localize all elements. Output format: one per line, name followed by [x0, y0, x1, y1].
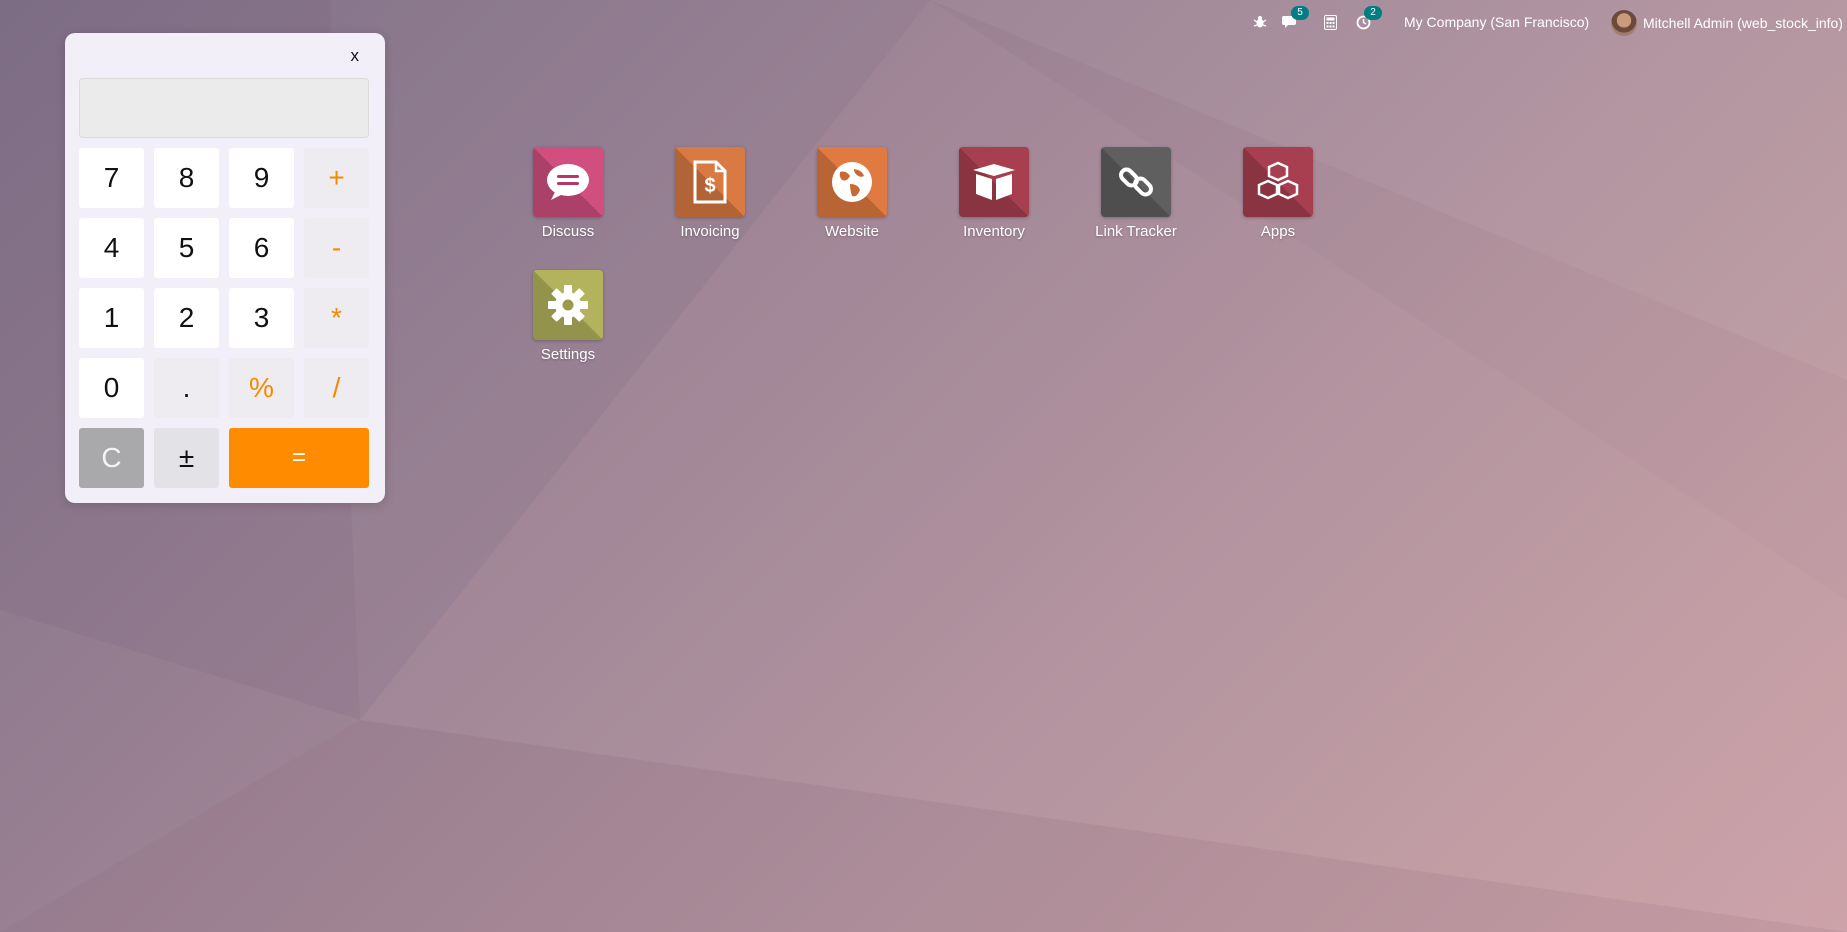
user-menu[interactable]: Mitchell Admin (web_stock_info): [1611, 10, 1843, 36]
clock-icon: 2: [1353, 6, 1382, 32]
key-5[interactable]: 5: [154, 218, 219, 278]
chat-bubble-icon: [547, 164, 589, 200]
gear-icon: [548, 285, 588, 325]
key-plus-minus[interactable]: ±: [154, 428, 219, 488]
key-3[interactable]: 3: [229, 288, 294, 348]
company-switcher[interactable]: My Company (San Francisco): [1404, 14, 1589, 30]
key-multiply[interactable]: *: [304, 288, 369, 348]
box-icon: [973, 164, 1015, 200]
app-label: Link Tracker: [1095, 223, 1177, 240]
user-name: Mitchell Admin (web_stock_info): [1643, 15, 1843, 31]
close-button[interactable]: x: [345, 45, 366, 67]
app-label: Website: [825, 223, 879, 240]
app-tile: [1243, 147, 1313, 217]
app-link-tracker[interactable]: Link Tracker: [1076, 147, 1196, 240]
app-label: Invoicing: [680, 223, 740, 240]
calculator-icon: [1320, 12, 1340, 32]
avatar: [1611, 10, 1637, 36]
app-tile: [959, 147, 1029, 217]
globe-icon: [832, 162, 872, 202]
key-equals[interactable]: =: [229, 428, 369, 488]
app-tile: [533, 270, 603, 340]
key-clear[interactable]: C: [79, 428, 144, 488]
cubes-icon: [1257, 161, 1299, 200]
app-label: Apps: [1260, 223, 1296, 240]
app-tile: [1101, 147, 1171, 217]
key-0[interactable]: 0: [79, 358, 144, 418]
app-label: Settings: [540, 346, 596, 363]
messages-menu[interactable]: 5: [1280, 6, 1309, 32]
activities-menu[interactable]: 2: [1353, 6, 1382, 32]
messages-badge: 5: [1291, 6, 1309, 20]
link-icon: [1119, 167, 1153, 197]
key-1[interactable]: 1: [79, 288, 144, 348]
key-6[interactable]: 6: [229, 218, 294, 278]
app-invoicing[interactable]: $ Invoicing: [650, 147, 770, 240]
app-discuss[interactable]: Discuss: [508, 147, 628, 240]
calculator-widget: x 7 8 9 + 4 5 6 - 1 2 3 * 0 . % / C ± =: [65, 33, 385, 503]
key-9[interactable]: 9: [229, 148, 294, 208]
key-minus[interactable]: -: [304, 218, 369, 278]
bug-icon: [1250, 12, 1270, 32]
app-tile: $: [675, 147, 745, 217]
svg-text:$: $: [704, 175, 715, 197]
app-inventory[interactable]: Inventory: [934, 147, 1054, 240]
invoice-icon: $: [693, 160, 727, 204]
chat-icon: 5: [1280, 6, 1309, 32]
key-divide[interactable]: /: [304, 358, 369, 418]
key-dot[interactable]: .: [154, 358, 219, 418]
key-7[interactable]: 7: [79, 148, 144, 208]
app-website[interactable]: Website: [792, 147, 912, 240]
app-label: Inventory: [963, 223, 1025, 240]
debug-menu[interactable]: [1250, 12, 1270, 32]
key-percent[interactable]: %: [229, 358, 294, 418]
app-settings[interactable]: Settings: [508, 270, 628, 363]
app-tile: [533, 147, 603, 217]
calculator-toggle[interactable]: [1320, 12, 1340, 32]
app-apps[interactable]: Apps: [1218, 147, 1338, 240]
activities-badge: 2: [1364, 6, 1382, 20]
calculator-display: [79, 78, 369, 138]
key-2[interactable]: 2: [154, 288, 219, 348]
key-plus[interactable]: +: [304, 148, 369, 208]
app-label: Discuss: [541, 223, 595, 240]
key-8[interactable]: 8: [154, 148, 219, 208]
key-4[interactable]: 4: [79, 218, 144, 278]
app-tile: [817, 147, 887, 217]
